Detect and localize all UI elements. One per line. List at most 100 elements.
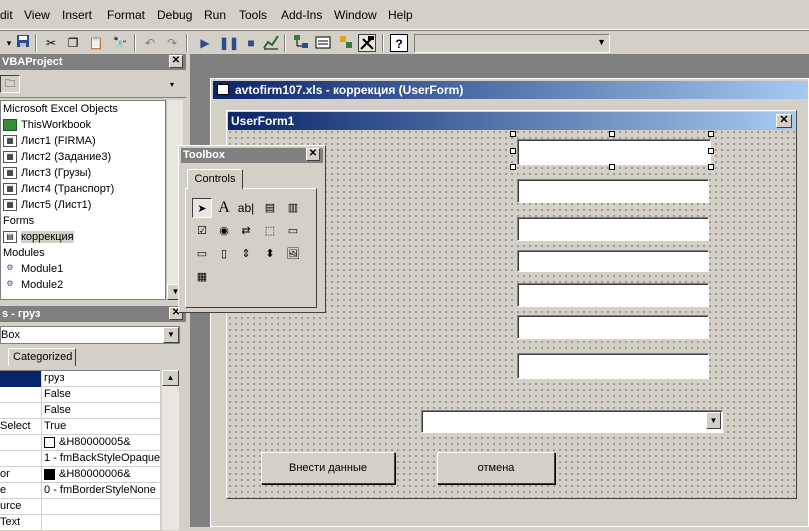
help-icon[interactable]: ?: [390, 34, 408, 52]
close-icon[interactable]: ✕: [776, 114, 792, 128]
stop-icon[interactable]: ■: [242, 34, 260, 52]
object-browser-icon[interactable]: [337, 34, 355, 52]
refedit-tool-icon[interactable]: ▦: [192, 267, 212, 287]
listbox-tool-icon[interactable]: ▥: [283, 198, 303, 218]
menu-insert[interactable]: Insert: [62, 8, 92, 22]
resize-handle[interactable]: [609, 164, 615, 170]
tree-item[interactable]: Modules: [3, 245, 45, 261]
module-icon: ⚙: [6, 279, 14, 289]
menu-add-ins[interactable]: Add-Ins: [281, 8, 322, 22]
textbox[interactable]: [517, 217, 709, 241]
resize-handle[interactable]: [708, 148, 714, 154]
resize-handle[interactable]: [708, 164, 714, 170]
property-row[interactable]: urce: [0, 499, 160, 515]
combobox-tool-icon[interactable]: ▤: [260, 198, 280, 218]
project-explorer-icon[interactable]: [292, 34, 310, 52]
menu-tools[interactable]: Tools: [239, 8, 267, 22]
property-row[interactable]: e0 - fmBorderStyleNone: [0, 483, 160, 499]
textbox[interactable]: [517, 250, 709, 272]
sheet-icon: ▦: [3, 183, 17, 196]
tree-item-selected[interactable]: ▤ коррекция: [3, 229, 74, 245]
optionbutton-tool-icon[interactable]: ◉: [214, 221, 234, 241]
copy-icon[interactable]: ❐: [64, 34, 82, 52]
property-row[interactable]: Select True: [0, 419, 160, 435]
tree-item[interactable]: ⚙ Module2: [3, 277, 63, 293]
object-combo[interactable]: Box ▼: [0, 326, 180, 344]
spinbutton-tool-icon[interactable]: ⬍: [260, 244, 280, 264]
scrollbar-tool-icon[interactable]: ⇕: [236, 244, 256, 264]
submit-data-button[interactable]: Внести данные: [261, 452, 395, 484]
multipage-tool-icon[interactable]: ▯: [214, 244, 234, 264]
tree-item[interactable]: ⚙ Module1: [3, 261, 63, 277]
tree-item[interactable]: ▦ Лист4 (Транспорт): [3, 181, 114, 197]
toggle-folders-icon[interactable]: 🗀: [0, 75, 20, 93]
tree-item[interactable]: Forms: [3, 213, 34, 229]
property-row[interactable]: 1 - fmBackStyleOpaque: [0, 451, 160, 467]
dropdown-arrow-icon[interactable]: ▼: [706, 412, 721, 429]
dropdown-arrow-icon[interactable]: ▾: [170, 80, 174, 89]
property-row[interactable]: False: [0, 387, 160, 403]
select-objects-icon[interactable]: ➤: [192, 198, 212, 218]
tree-item[interactable]: ▦ Лист1 (FIRMA): [3, 133, 96, 149]
properties-icon[interactable]: [314, 34, 332, 52]
dropdown-arrow-icon[interactable]: ▼: [163, 327, 179, 343]
textbox[interactable]: [517, 353, 709, 379]
property-row[interactable]: False: [0, 403, 160, 419]
toolbar-location-combo[interactable]: ▼: [414, 34, 610, 53]
tree-item[interactable]: ThisWorkbook: [3, 117, 91, 133]
close-icon[interactable]: ✕: [306, 148, 320, 161]
checkbox-tool-icon[interactable]: ☑: [192, 221, 212, 241]
property-row[interactable]: Text: [0, 515, 160, 531]
run-icon[interactable]: ▶: [196, 34, 214, 52]
menu-run[interactable]: Run: [204, 8, 226, 22]
tabstrip-tool-icon[interactable]: ▭: [192, 244, 212, 264]
resize-handle[interactable]: [510, 148, 516, 154]
menu-debug[interactable]: Debug: [157, 8, 192, 22]
resize-handle[interactable]: [510, 131, 516, 137]
tree-item[interactable]: ▦ Лист2 (Задание3): [3, 149, 111, 165]
textbox-selected[interactable]: [517, 139, 711, 165]
menu-view[interactable]: View: [24, 8, 50, 22]
tree-item[interactable]: ▦ Лист3 (Грузы): [3, 165, 91, 181]
menu-window[interactable]: Window: [334, 8, 377, 22]
toolbox-icon[interactable]: [358, 34, 376, 52]
menu-help[interactable]: Help: [388, 8, 413, 22]
textbox[interactable]: [517, 315, 709, 339]
image-tool-icon[interactable]: 🖼: [283, 244, 303, 264]
property-row[interactable]: or &H80000006&: [0, 467, 160, 483]
label-tool-icon[interactable]: A: [214, 198, 234, 218]
tab-controls[interactable]: Controls: [187, 169, 243, 189]
property-row[interactable]: &H80000005&: [0, 435, 160, 451]
resize-handle[interactable]: [609, 131, 615, 137]
paste-icon[interactable]: 📋: [87, 34, 105, 52]
textbox-tool-icon[interactable]: ab|: [236, 198, 256, 218]
design-mode-icon[interactable]: [262, 34, 280, 52]
commandbutton-tool-icon[interactable]: ▭: [283, 221, 303, 241]
togglebutton-tool-icon[interactable]: ⇄: [236, 221, 256, 241]
textbox[interactable]: [517, 179, 709, 203]
property-row[interactable]: груз: [0, 371, 160, 387]
menu-edit[interactable]: dit: [0, 8, 13, 22]
combobox[interactable]: ▼: [421, 410, 723, 433]
tab-categorized[interactable]: Categorized: [8, 348, 76, 366]
frame-tool-icon[interactable]: ⬚: [260, 221, 280, 241]
cancel-button[interactable]: отмена: [437, 452, 555, 484]
toolbox-title-bar[interactable]: Toolbox ✕: [181, 148, 323, 163]
pause-icon[interactable]: ❚❚: [219, 34, 239, 52]
resize-handle[interactable]: [510, 164, 516, 170]
scroll-up-icon[interactable]: ▲: [162, 370, 179, 386]
resize-handle[interactable]: [708, 131, 714, 137]
find-icon[interactable]: 🔭: [111, 34, 129, 52]
close-icon[interactable]: ✕: [169, 55, 183, 68]
undo-icon[interactable]: ↶: [141, 34, 159, 52]
tree-item[interactable]: ▦ Лист5 (Лист1): [3, 197, 91, 213]
menu-format[interactable]: Format: [107, 8, 145, 22]
designer-title-bar[interactable]: avtofirm107.xls - коррекция (UserForm): [213, 81, 808, 99]
redo-icon[interactable]: ↷: [163, 34, 181, 52]
properties-pane-title-text: s - груз: [2, 308, 41, 320]
properties-scrollbar[interactable]: ▲: [162, 370, 179, 530]
textbox[interactable]: [517, 283, 709, 307]
save-icon[interactable]: [14, 34, 32, 52]
tree-item[interactable]: Microsoft Excel Objects: [3, 101, 118, 117]
cut-icon[interactable]: ✂: [42, 34, 60, 52]
